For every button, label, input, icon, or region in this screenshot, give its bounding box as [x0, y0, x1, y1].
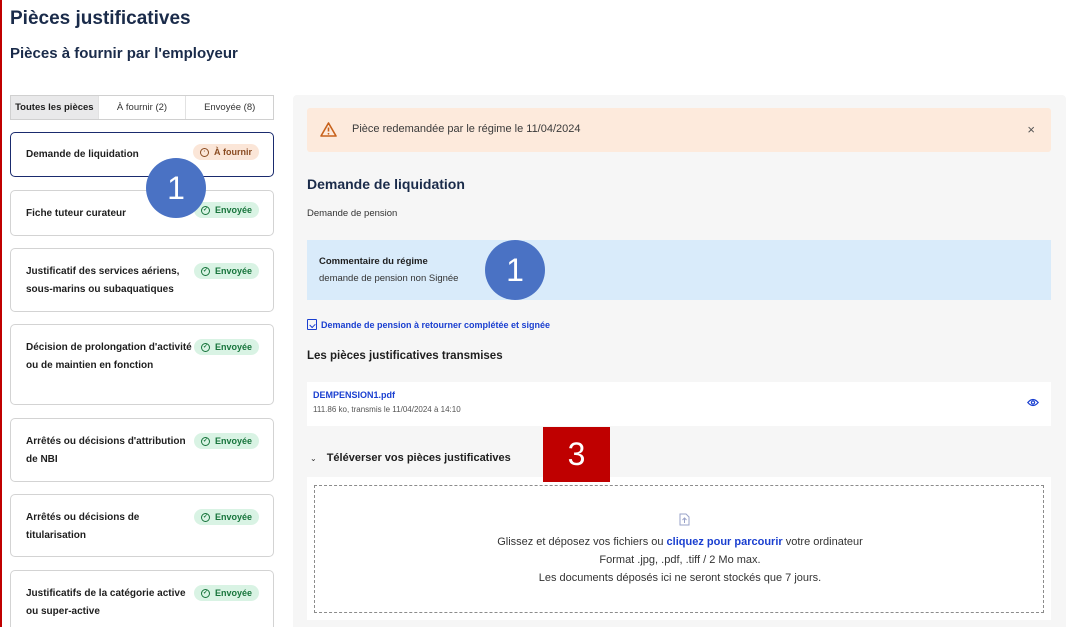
filter-tabs: Toutes les pièces À fournir (2) Envoyée …: [10, 95, 274, 120]
tab-sent[interactable]: Envoyée (8): [186, 96, 273, 119]
status-label: Envoyée: [214, 342, 252, 352]
dropzone-instructions: Glissez et déposez vos fichiers ou cliqu…: [315, 536, 1045, 548]
doc-card-nbi[interactable]: Arrêtés ou décisions d'attribution de NB…: [10, 418, 274, 482]
eye-icon[interactable]: [1027, 398, 1039, 407]
check-circle-icon: ✓: [200, 436, 210, 446]
status-badge: ✓ Envoyée: [193, 263, 259, 279]
upload-section-toggle[interactable]: ⌄ Téléverser vos pièces justificatives: [310, 452, 511, 464]
check-circle-icon: ✓: [200, 266, 210, 276]
document-subtitle: Demande de pension: [307, 208, 398, 219]
step-marker-1: 1: [146, 158, 206, 218]
download-link-label: Demande de pension à retourner complétée…: [321, 319, 551, 330]
transmitted-file-row: DEMPENSION1.pdf 111.86 ko, transmis le 1…: [307, 382, 1051, 426]
comment-text: demande de pension non Signée: [319, 273, 459, 284]
alert-text: Pièce redemandée par le régime le 11/04/…: [352, 123, 581, 135]
status-label: Envoyée: [214, 266, 252, 276]
status-label: À fournir: [214, 147, 252, 157]
chevron-down-icon: ⌄: [310, 453, 317, 463]
status-badge: ✓ Envoyée: [193, 202, 259, 218]
step-marker-3: 3: [543, 427, 610, 482]
upload-heading: Téléverser vos pièces justificatives: [326, 452, 511, 464]
doc-card-services-aeriens[interactable]: Justificatif des services aériens, sous-…: [10, 248, 274, 312]
status-badge: ✓ Envoyée: [193, 339, 259, 355]
check-circle-icon: ✓: [200, 512, 210, 522]
dz-text-before: Glissez et déposez vos fichiers ou: [497, 536, 667, 548]
doc-card-titularisation[interactable]: Arrêtés ou décisions de titularisation ✓…: [10, 494, 274, 557]
transmitted-section-title: Les pièces justificatives transmises: [307, 350, 503, 362]
tab-all[interactable]: Toutes les pièces: [11, 96, 99, 119]
check-circle-icon: ✓: [200, 588, 210, 598]
status-label: Envoyée: [214, 436, 252, 446]
status-badge: · À fournir: [193, 144, 259, 160]
browse-link[interactable]: cliquez pour parcourir: [667, 536, 783, 548]
file-link[interactable]: DEMPENSION1.pdf: [313, 390, 395, 400]
upload-file-icon: [679, 513, 690, 526]
dz-text-after: votre ordinateur: [782, 536, 863, 548]
dropzone-border: Glissez et déposez vos fichiers ou cliqu…: [314, 485, 1044, 613]
alert-banner: Pièce redemandée par le régime le 11/04/…: [307, 108, 1051, 152]
check-circle-icon: ✓: [200, 342, 210, 352]
doc-card-prolongation[interactable]: Décision de prolongation d'activité ou d…: [10, 324, 274, 405]
doc-card-fiche-tuteur[interactable]: Fiche tuteur curateur ✓ Envoyée: [10, 190, 274, 236]
download-icon: [307, 319, 317, 330]
dropzone-retention-info: Les documents déposés ici ne seront stoc…: [538, 572, 822, 584]
file-meta: 111.86 ko, transmis le 11/04/2024 à 14:1…: [313, 405, 461, 414]
close-icon[interactable]: ×: [1027, 122, 1035, 137]
card-title: Arrêtés ou décisions de titularisation: [26, 512, 140, 541]
dropzone-format-info: Format .jpg, .pdf, .tiff / 2 Mo max.: [599, 554, 761, 566]
clock-icon: ·: [200, 147, 209, 157]
regime-comment: Commentaire du régime demande de pension…: [307, 240, 1051, 300]
card-title: Arrêtés ou décisions d'attribution de NB…: [26, 436, 186, 465]
status-label: Envoyée: [214, 205, 252, 215]
check-circle-icon: ✓: [200, 205, 210, 215]
page-subtitle: Pièces à fournir par l'employeur: [10, 45, 238, 62]
status-badge: ✓ Envoyée: [193, 585, 259, 601]
left-edge-rule: [0, 0, 2, 627]
doc-card-demande-liquidation[interactable]: Demande de liquidation · À fournir: [10, 132, 274, 177]
card-title: Décision de prolongation d'activité ou d…: [26, 342, 192, 371]
card-title: Justificatifs de la catégorie active ou …: [26, 588, 186, 617]
upload-dropzone[interactable]: Glissez et déposez vos fichiers ou cliqu…: [307, 477, 1051, 620]
status-label: Envoyée: [214, 588, 252, 598]
document-title: Demande de liquidation: [307, 176, 465, 192]
page-title: Pièces justificatives: [10, 8, 191, 29]
tab-to-provide[interactable]: À fournir (2): [99, 96, 187, 119]
step-marker-1-comment: 1: [485, 240, 545, 300]
card-title: Justificatif des services aériens, sous-…: [26, 266, 180, 295]
comment-label: Commentaire du régime: [319, 256, 428, 267]
doc-card-categorie-active[interactable]: Justificatifs de la catégorie active ou …: [10, 570, 274, 627]
warning-icon: [320, 122, 337, 137]
status-badge: ✓ Envoyée: [193, 433, 259, 449]
download-template-link[interactable]: Demande de pension à retourner complétée…: [307, 319, 550, 330]
status-label: Envoyée: [214, 512, 252, 522]
status-badge: ✓ Envoyée: [193, 509, 259, 525]
